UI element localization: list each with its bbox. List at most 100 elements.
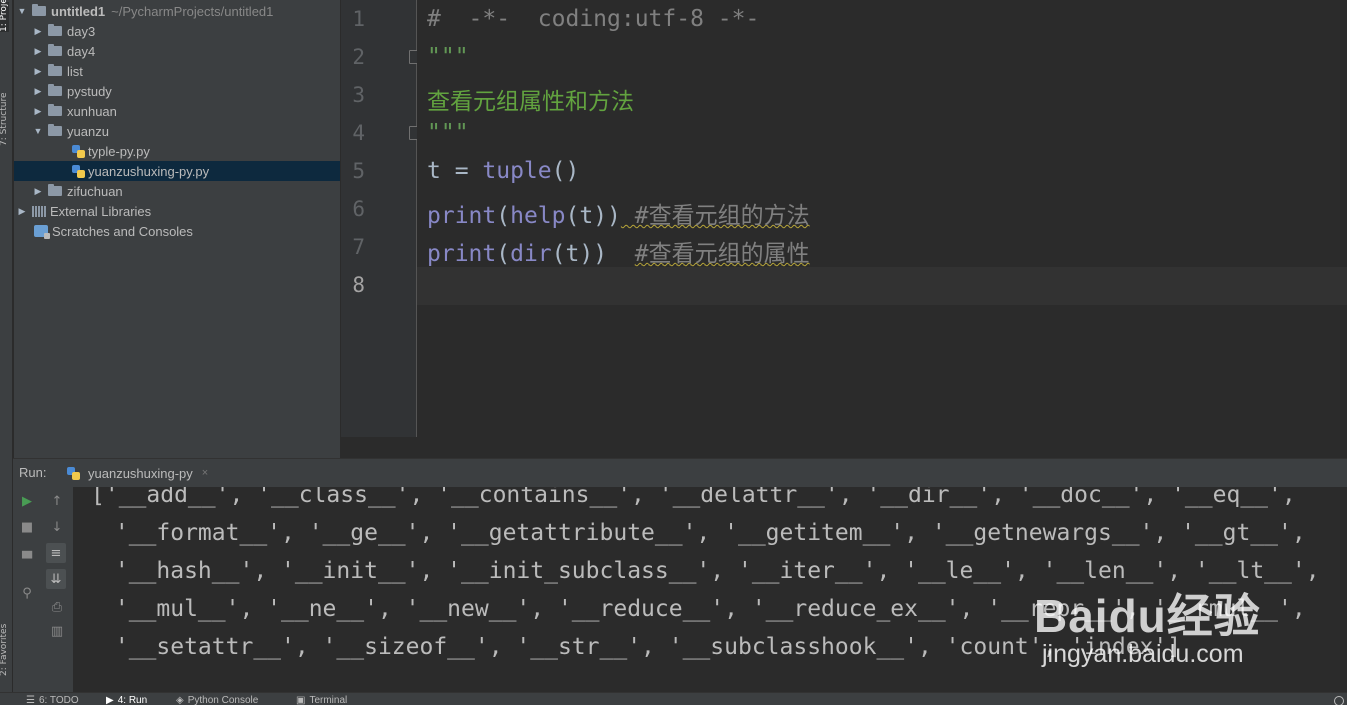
python-file-icon bbox=[72, 144, 85, 158]
tree-item-label: xunhuan bbox=[67, 103, 117, 119]
output-line: '__mul__', '__ne__', '__new__', '__reduc… bbox=[101, 596, 1306, 622]
code-token-builtin: tuple bbox=[482, 158, 552, 184]
scroll-down-icon[interactable]: ↓ bbox=[47, 517, 67, 537]
line-number: 4 bbox=[352, 121, 365, 145]
output-line: '__setattr__', '__sizeof__', '__str__', … bbox=[101, 634, 1182, 660]
code-editor[interactable]: # -*- coding:utf-8 -*- """ 查看元组属性和方法 """… bbox=[417, 0, 1347, 437]
folder-icon bbox=[32, 4, 46, 16]
print-icon[interactable]: ⎙ bbox=[47, 597, 67, 617]
code-token-comment: #查看元组的方法 bbox=[620, 203, 810, 229]
chevron-right-icon[interactable]: ▶ bbox=[32, 86, 44, 97]
tree-item-label: Scratches and Consoles bbox=[52, 223, 193, 239]
folder-icon bbox=[48, 64, 62, 76]
output-line: ['__add__', '__class__', '__contains__',… bbox=[91, 487, 1296, 508]
folder-icon bbox=[48, 104, 62, 116]
chevron-right-icon[interactable]: ▶ bbox=[32, 46, 44, 57]
code-line-1: # -*- coding:utf-8 -*- bbox=[427, 6, 760, 32]
tree-item-typle-py[interactable]: typle-py.py bbox=[14, 141, 340, 161]
line-number: 6 bbox=[352, 197, 365, 221]
folder-icon bbox=[48, 124, 62, 136]
tree-item-pystudy[interactable]: ▶ pystudy bbox=[14, 81, 340, 101]
tree-item-zifuchuan[interactable]: ▶ zifuchuan bbox=[14, 181, 340, 201]
library-icon bbox=[32, 205, 46, 217]
list-icon: ☰ bbox=[26, 695, 35, 705]
line-number: 2 bbox=[352, 45, 365, 69]
chevron-right-icon[interactable]: ▶ bbox=[32, 186, 44, 197]
run-panel-header: Run: yuanzushuxing-py × bbox=[13, 459, 1347, 487]
scroll-up-icon[interactable]: ↑ bbox=[47, 491, 67, 511]
chevron-down-icon[interactable]: ▼ bbox=[16, 6, 28, 16]
tree-item-scratches[interactable]: Scratches and Consoles bbox=[14, 221, 340, 241]
run-output-console[interactable]: ['__add__', '__class__', '__contains__',… bbox=[73, 487, 1347, 692]
event-log-icon[interactable] bbox=[1334, 696, 1344, 705]
line-number: 3 bbox=[352, 83, 365, 107]
left-tool-strip: 1: Project 7: Structure 2: Favorites bbox=[0, 0, 13, 692]
code-token: () bbox=[551, 158, 580, 184]
status-tab-label: 6: TODO bbox=[38, 695, 79, 705]
python-file-icon bbox=[72, 164, 85, 178]
tree-item-label: External Libraries bbox=[50, 203, 152, 219]
line-number: 5 bbox=[352, 159, 365, 183]
project-tree: ▼ untitled1 ~/PycharmProjects/untitled1 … bbox=[14, 0, 340, 458]
code-line-7: print(dir(t)) #查看元组的属性 bbox=[427, 234, 810, 268]
status-tab-run[interactable]: ▶ 4: Run bbox=[106, 695, 147, 705]
tree-item-day3[interactable]: ▶ day3 bbox=[14, 21, 340, 41]
stop-icon[interactable]: ■ bbox=[17, 517, 37, 537]
terminal-icon: ▣ bbox=[296, 695, 306, 705]
status-tab-label: 4: Run bbox=[117, 695, 148, 705]
run-tab[interactable]: yuanzushuxing-py × bbox=[63, 462, 212, 484]
folder-icon bbox=[48, 44, 62, 56]
code-token-comment: #查看元组的属性 bbox=[634, 241, 810, 267]
code-token: (t)) bbox=[565, 203, 621, 229]
code-token: ( bbox=[496, 241, 511, 267]
tree-item-list[interactable]: ▶ list bbox=[14, 61, 340, 81]
tree-item-xunhuan[interactable]: ▶ xunhuan bbox=[14, 101, 340, 121]
tab-favorites[interactable]: 2: Favorites bbox=[0, 596, 9, 676]
pin-icon[interactable]: ⚲ bbox=[17, 583, 37, 603]
tab-structure[interactable]: 7: Structure bbox=[0, 66, 9, 147]
close-icon[interactable]: × bbox=[202, 467, 208, 479]
code-line-6: print(help(t)) #查看元组的方法 bbox=[427, 196, 810, 230]
console-icon: ◈ bbox=[176, 695, 184, 705]
tree-item-yuanzushuxing-py[interactable]: yuanzushuxing-py.py bbox=[14, 161, 340, 181]
chevron-right-icon[interactable]: ▶ bbox=[32, 26, 44, 37]
code-token: ( bbox=[496, 203, 511, 229]
status-tab-todo[interactable]: ☰ 6: TODO bbox=[26, 695, 79, 705]
tree-item-label: zifuchuan bbox=[67, 183, 123, 199]
status-tab-python-console[interactable]: ◈ Python Console bbox=[176, 695, 258, 705]
run-label: Run: bbox=[19, 465, 47, 480]
tree-item-label: yuanzu bbox=[67, 123, 109, 139]
tree-item-day4[interactable]: ▶ day4 bbox=[14, 41, 340, 61]
chevron-right-icon[interactable]: ▶ bbox=[32, 66, 44, 77]
status-bar: ☰ 6: TODO ▶ 4: Run ◈ Python Console ▣ Te… bbox=[0, 692, 1347, 705]
status-tab-label: Terminal bbox=[309, 695, 348, 705]
editor-gutter: 1 2 3 4 5 6 7 8 bbox=[341, 0, 423, 437]
code-line-4: """ bbox=[427, 120, 469, 146]
chevron-right-icon[interactable]: ▶ bbox=[32, 106, 44, 117]
run-toolbar: ▶ ↑ ■ ↓ ▀ ≡ ⇊ ⚲ ⎙ ▥ bbox=[13, 487, 73, 692]
status-tab-terminal[interactable]: ▣ Terminal bbox=[296, 695, 347, 705]
scroll-to-end-icon[interactable]: ⇊ bbox=[46, 569, 66, 589]
tree-root-path: ~/PycharmProjects/untitled1 bbox=[111, 3, 274, 19]
tree-root-label: untitled1 bbox=[51, 3, 106, 19]
layout-icon[interactable]: ▀ bbox=[17, 549, 37, 569]
code-token-builtin: help bbox=[510, 203, 566, 229]
tree-item-label: day3 bbox=[67, 23, 96, 39]
status-tab-label: Python Console bbox=[187, 695, 259, 705]
tree-root[interactable]: ▼ untitled1 ~/PycharmProjects/untitled1 bbox=[14, 1, 340, 21]
line-number: 1 bbox=[352, 7, 365, 31]
code-token-builtin: dir bbox=[510, 241, 552, 267]
rerun-icon[interactable]: ▶ bbox=[17, 491, 37, 511]
play-icon: ▶ bbox=[106, 695, 114, 705]
tree-item-yuanzu[interactable]: ▼ yuanzu bbox=[14, 121, 340, 141]
chevron-right-icon[interactable]: ▶ bbox=[16, 206, 28, 217]
folder-icon bbox=[48, 184, 62, 196]
tree-item-label: day4 bbox=[67, 43, 96, 59]
chevron-down-icon[interactable]: ▼ bbox=[32, 126, 44, 136]
soft-wrap-icon[interactable]: ≡ bbox=[46, 543, 66, 563]
code-line-3: 查看元组属性和方法 bbox=[427, 89, 634, 115]
tab-project[interactable]: 1: Project bbox=[0, 0, 9, 32]
tree-item-label: yuanzushuxing-py.py bbox=[88, 163, 210, 179]
tree-item-external-libraries[interactable]: ▶ External Libraries bbox=[14, 201, 340, 221]
trash-icon[interactable]: ▥ bbox=[47, 621, 67, 641]
